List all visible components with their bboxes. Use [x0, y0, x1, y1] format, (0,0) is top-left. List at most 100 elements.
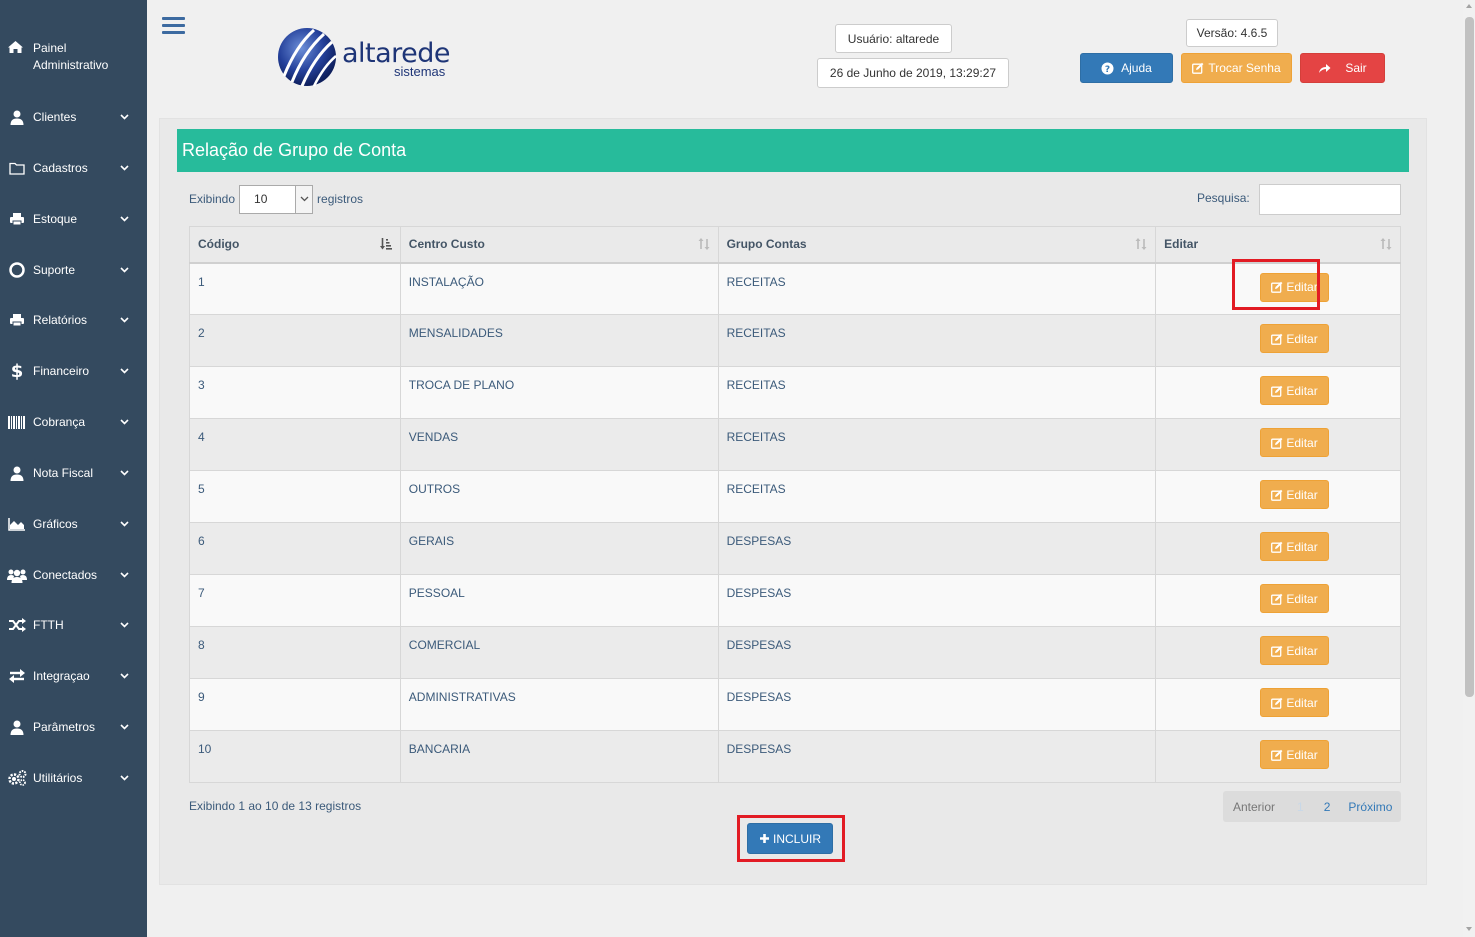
- sidebar-item-label: FTTH: [33, 618, 64, 632]
- user-label: Usuário: altarede: [835, 24, 952, 53]
- cell-grupo-contas: RECEITAS: [717, 314, 1157, 367]
- sidebar-item-cobranca[interactable]: Cobrança: [0, 407, 147, 437]
- chevron-down-icon: [120, 317, 130, 323]
- table-info: Exibindo 1 ao 10 de 13 registros: [189, 799, 362, 813]
- edit-button-label: Editar: [1286, 280, 1318, 294]
- edit-button[interactable]: Editar: [1260, 272, 1330, 302]
- help-button[interactable]: ? Ajuda: [1080, 53, 1173, 83]
- cell-grupo-contas: DESPESAS: [717, 522, 1157, 575]
- table-row: 7 PESSOAL DESPESAS Editar: [189, 574, 1401, 627]
- edit-button-label: Editar: [1286, 435, 1318, 450]
- page-length-select[interactable]: 10: [239, 184, 314, 214]
- pagination-next[interactable]: Próximo: [1348, 800, 1392, 814]
- cell-editar: Editar: [1155, 626, 1401, 679]
- scroll-up-icon[interactable]: [1466, 4, 1472, 8]
- cell-centro-custo: PESSOAL: [399, 574, 719, 627]
- sidebar-item-cadastros[interactable]: Cadastros: [0, 153, 147, 183]
- edit-button[interactable]: Editar: [1260, 688, 1330, 717]
- edit-button[interactable]: Editar: [1260, 740, 1330, 769]
- pagination-previous[interactable]: Anterior: [1233, 800, 1275, 814]
- edit-button[interactable]: Editar: [1260, 428, 1330, 457]
- page-length-value: 10: [254, 192, 268, 206]
- cell-centro-custo: BANCARIA: [399, 730, 719, 783]
- cell-editar: Editar: [1155, 314, 1401, 367]
- cell-editar: Editar: [1155, 522, 1401, 575]
- menu-toggle-icon[interactable]: [162, 17, 185, 37]
- svg-text:?: ?: [1105, 65, 1110, 75]
- chevron-down-icon: [120, 470, 130, 476]
- column-header-grupo-contas[interactable]: Grupo Contas: [717, 226, 1157, 264]
- sidebar-header[interactable]: Painel Administrativo: [0, 0, 147, 98]
- column-header-codigo[interactable]: Código: [189, 226, 401, 264]
- sidebar-item-conectados[interactable]: Conectados: [0, 560, 147, 590]
- column-header-label: Código: [198, 237, 240, 252]
- column-header-editar[interactable]: Editar: [1155, 226, 1401, 264]
- sidebar-item-label: Financeiro: [33, 364, 90, 378]
- edit-button[interactable]: Editar: [1260, 636, 1330, 665]
- sidebar-item-label: Conectados: [33, 568, 98, 582]
- datetime-label: 26 de Junho de 2019, 13:29:27: [817, 58, 1009, 88]
- cell-codigo: 6: [189, 522, 401, 575]
- edit-button[interactable]: Editar: [1260, 532, 1330, 561]
- table-row: 5 OUTROS RECEITAS Editar: [189, 470, 1401, 523]
- edit-icon: [1192, 62, 1204, 74]
- edit-icon: [1271, 541, 1283, 553]
- cell-centro-custo: VENDAS: [399, 418, 719, 471]
- sidebar-item-graficos[interactable]: Gráficos: [0, 509, 147, 539]
- edit-icon: [1271, 437, 1283, 449]
- cell-editar: Editar: [1155, 574, 1401, 627]
- edit-button-label: Editar: [1286, 487, 1318, 502]
- user-icon: [7, 719, 27, 735]
- sidebar-item-financeiro[interactable]: $ Financeiro: [0, 356, 147, 386]
- sidebar-item-integracao[interactable]: Integraçao: [0, 661, 147, 691]
- sidebar-item-ftth[interactable]: FTTH: [0, 610, 147, 640]
- scroll-down-icon[interactable]: [1466, 927, 1472, 931]
- search-label: Pesquisa:: [1197, 191, 1250, 205]
- sidebar-item-nota-fiscal[interactable]: Nota Fiscal: [0, 458, 147, 488]
- sidebar-item-suporte[interactable]: Suporte: [0, 255, 147, 285]
- search-input[interactable]: [1259, 184, 1401, 215]
- edit-icon: [1271, 333, 1283, 345]
- chevron-down-icon: [120, 724, 130, 730]
- length-suffix: registros: [317, 192, 364, 206]
- sidebar-item-relatorios[interactable]: Relatórios: [0, 305, 147, 335]
- cell-centro-custo: MENSALIDADES: [399, 314, 719, 367]
- scrollbar[interactable]: [1463, 0, 1475, 937]
- cell-grupo-contas: DESPESAS: [717, 678, 1157, 731]
- sidebar-item-estoque[interactable]: Estoque: [0, 204, 147, 234]
- cell-grupo-contas: DESPESAS: [717, 626, 1157, 679]
- edit-button[interactable]: Editar: [1260, 584, 1330, 613]
- column-header-centro-custo[interactable]: Centro Custo: [399, 226, 719, 264]
- edit-button[interactable]: Editar: [1260, 376, 1330, 405]
- chevron-down-icon: [295, 185, 313, 213]
- pagination: Anterior 1 2 Próximo: [1223, 791, 1401, 822]
- cell-codigo: 1: [189, 262, 401, 315]
- add-button[interactable]: INCLUIR: [747, 823, 833, 854]
- sidebar-item-clientes[interactable]: Clientes: [0, 102, 147, 132]
- scrollbar-thumb[interactable]: [1465, 17, 1474, 697]
- cell-codigo: 4: [189, 418, 401, 471]
- sidebar-item-utilitarios[interactable]: Utilitários: [0, 763, 147, 793]
- table-row: 1 INSTALAÇÃO RECEITAS Editar: [189, 262, 1401, 315]
- home-icon: [7, 40, 25, 57]
- cell-editar: Editar: [1155, 418, 1401, 471]
- sidebar-item-parametros[interactable]: Parâmetros: [0, 712, 147, 742]
- logout-label: Sair: [1345, 61, 1367, 75]
- exchange-icon: [7, 668, 27, 684]
- pagination-page-1[interactable]: 1: [1297, 800, 1304, 814]
- cell-codigo: 9: [189, 678, 401, 731]
- lifebuoy-icon: [7, 262, 27, 278]
- sidebar-item-label: Utilitários: [33, 771, 83, 785]
- logout-button[interactable]: Sair: [1300, 53, 1385, 83]
- edit-button[interactable]: Editar: [1260, 480, 1330, 509]
- table-row: 6 GERAIS DESPESAS Editar: [189, 522, 1401, 575]
- edit-icon: [1271, 489, 1283, 501]
- cell-centro-custo: GERAIS: [399, 522, 719, 575]
- change-password-button[interactable]: Trocar Senha: [1181, 53, 1292, 83]
- edit-button[interactable]: Editar: [1260, 324, 1330, 353]
- sidebar-item-label: Relatórios: [33, 313, 88, 327]
- sidebar-item-label: Suporte: [33, 263, 76, 277]
- chevron-down-icon: [120, 775, 130, 781]
- pagination-page-2[interactable]: 2: [1324, 800, 1331, 814]
- chevron-down-icon: [120, 368, 130, 374]
